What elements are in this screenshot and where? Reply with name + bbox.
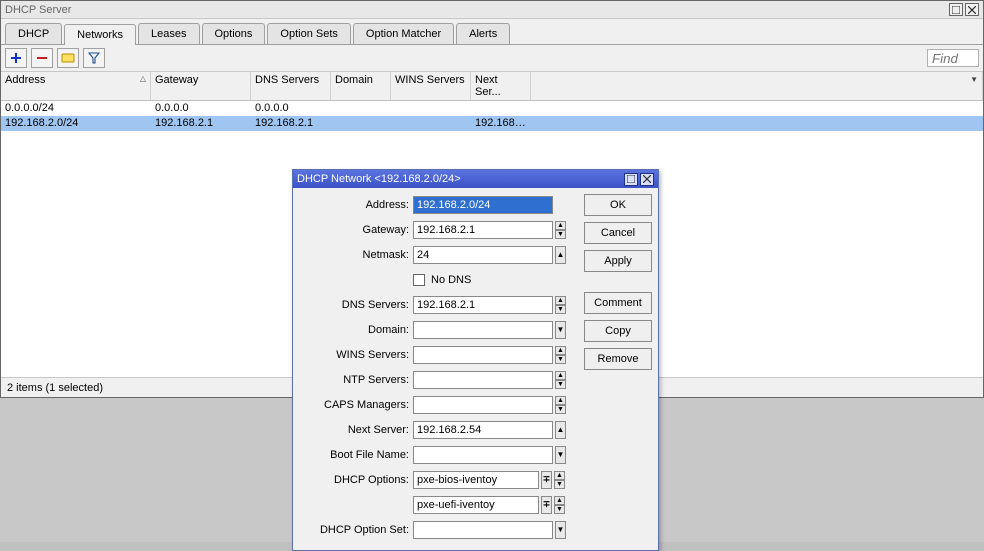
dhcp-option1-stepper[interactable]: ▲▼: [554, 471, 565, 489]
cancel-button[interactable]: Cancel: [584, 222, 652, 244]
find-input[interactable]: [927, 49, 979, 67]
dhcp-option1-input[interactable]: [413, 471, 539, 489]
copy-button[interactable]: Copy: [584, 320, 652, 342]
label-caps: CAPS Managers:: [299, 399, 413, 411]
dialog-titlebar[interactable]: DHCP Network <192.168.2.0/24>: [293, 170, 658, 188]
col-gateway[interactable]: Gateway: [151, 72, 251, 100]
toolbar: [1, 45, 983, 72]
label-boot: Boot File Name:: [299, 449, 413, 461]
tab-dhcp[interactable]: DHCP: [5, 23, 62, 44]
domain-input[interactable]: [413, 321, 553, 339]
label-no-dns: No DNS: [431, 274, 471, 286]
tab-alerts[interactable]: Alerts: [456, 23, 510, 44]
ntp-stepper[interactable]: ▲▼: [555, 371, 566, 389]
label-ntp: NTP Servers:: [299, 374, 413, 386]
table-row[interactable]: 0.0.0.0/24 0.0.0.0 0.0.0.0: [1, 101, 983, 116]
option-set-input[interactable]: [413, 521, 553, 539]
dhcp-network-dialog: DHCP Network <192.168.2.0/24> Address: G…: [292, 169, 659, 551]
address-input[interactable]: [413, 196, 553, 214]
col-address[interactable]: Address△: [1, 72, 151, 100]
tab-bar: DHCP Networks Leases Options Option Sets…: [1, 19, 983, 45]
tab-networks[interactable]: Networks: [64, 24, 136, 45]
table-row[interactable]: 192.168.2.0/24 192.168.2.1 192.168.2.1 1…: [1, 116, 983, 131]
col-dns[interactable]: DNS Servers: [251, 72, 331, 100]
tab-option-matcher[interactable]: Option Matcher: [353, 23, 454, 44]
close-icon[interactable]: [965, 3, 979, 16]
remove-button[interactable]: [31, 48, 53, 68]
titlebar: DHCP Server: [1, 1, 983, 19]
comment-button[interactable]: [57, 48, 79, 68]
no-dns-checkbox[interactable]: [413, 274, 425, 286]
netmask-input[interactable]: [413, 246, 553, 264]
comment-button[interactable]: Comment: [584, 292, 652, 314]
label-next: Next Server:: [299, 424, 413, 436]
label-dns: DNS Servers:: [299, 299, 413, 311]
col-wins[interactable]: WINS Servers: [391, 72, 471, 100]
tab-option-sets[interactable]: Option Sets: [267, 23, 350, 44]
label-domain: Domain:: [299, 324, 413, 336]
window-title: DHCP Server: [5, 4, 947, 16]
netmask-collapse-icon[interactable]: ▲: [555, 246, 566, 264]
label-dhcp-options: DHCP Options:: [299, 474, 413, 486]
boot-expand-icon[interactable]: ▼: [555, 446, 566, 464]
label-gateway: Gateway:: [299, 224, 413, 236]
next-collapse-icon[interactable]: ▲: [555, 421, 566, 439]
minimize-icon[interactable]: [949, 3, 963, 16]
label-netmask: Netmask:: [299, 249, 413, 261]
label-wins: WINS Servers:: [299, 349, 413, 361]
add-button[interactable]: [5, 48, 27, 68]
wins-input[interactable]: [413, 346, 553, 364]
dialog-restore-icon[interactable]: [624, 173, 638, 186]
caps-stepper[interactable]: ▲▼: [555, 396, 566, 414]
apply-button[interactable]: Apply: [584, 250, 652, 272]
dhcp-option2-input[interactable]: [413, 496, 539, 514]
filter-button[interactable]: [83, 48, 105, 68]
tab-options[interactable]: Options: [202, 23, 266, 44]
dns-input[interactable]: [413, 296, 553, 314]
col-domain[interactable]: Domain: [331, 72, 391, 100]
dhcp-option2-stepper[interactable]: ▲▼: [554, 496, 565, 514]
status-text: 2 items (1 selected): [7, 382, 103, 394]
ntp-input[interactable]: [413, 371, 553, 389]
dhcp-option2-dropdown-icon[interactable]: ∓: [541, 496, 552, 514]
col-menu[interactable]: [531, 72, 983, 100]
dialog-title: DHCP Network <192.168.2.0/24>: [297, 173, 622, 185]
dns-stepper[interactable]: ▲▼: [555, 296, 566, 314]
label-option-set: DHCP Option Set:: [299, 524, 413, 536]
domain-expand-icon[interactable]: ▼: [555, 321, 566, 339]
gateway-input[interactable]: [413, 221, 553, 239]
remove-dialog-button[interactable]: Remove: [584, 348, 652, 370]
next-server-input[interactable]: [413, 421, 553, 439]
dhcp-option1-dropdown-icon[interactable]: ∓: [541, 471, 552, 489]
tab-leases[interactable]: Leases: [138, 23, 199, 44]
boot-file-input[interactable]: [413, 446, 553, 464]
networks-table: Address△ Gateway DNS Servers Domain WINS…: [1, 72, 983, 131]
caps-input[interactable]: [413, 396, 553, 414]
label-address: Address:: [299, 199, 413, 211]
col-next[interactable]: Next Ser...: [471, 72, 531, 100]
dialog-close-icon[interactable]: [640, 173, 654, 186]
gateway-stepper[interactable]: ▲▼: [555, 221, 566, 239]
ok-button[interactable]: OK: [584, 194, 652, 216]
wins-stepper[interactable]: ▲▼: [555, 346, 566, 364]
option-set-expand-icon[interactable]: ▼: [555, 521, 566, 539]
